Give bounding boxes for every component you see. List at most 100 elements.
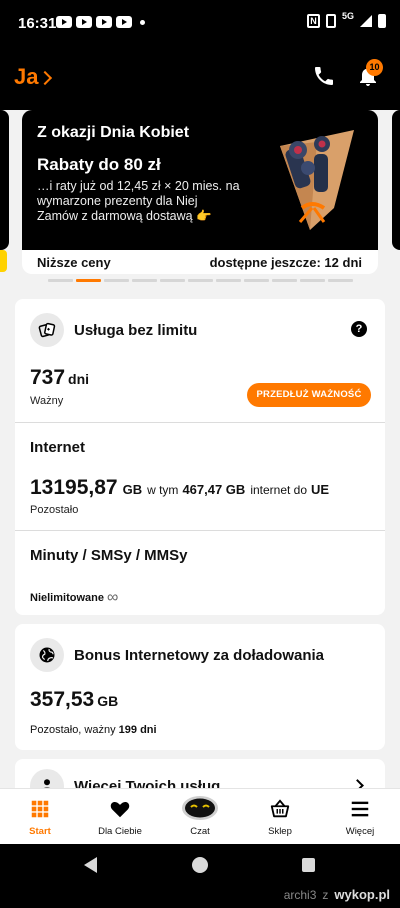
gift-bouquet-image xyxy=(280,130,354,230)
status-bar: 16:31 N 5G xyxy=(0,0,400,44)
nav-czat[interactable]: Czat xyxy=(160,789,240,845)
cards-icon xyxy=(30,313,64,347)
plan-card: Usługa bez limitu ? 737 dni Ważny PRZEDŁU… xyxy=(15,299,385,615)
bonus-remaining-prefix: Pozostało, ważny xyxy=(30,724,116,736)
promo-cta: Zamów z darmową dostawą 👉 xyxy=(37,209,212,223)
vibrate-icon xyxy=(325,14,336,28)
network-type: 5G xyxy=(341,11,354,21)
validity-days: 737 dni xyxy=(30,366,89,390)
signal-icon xyxy=(360,15,372,27)
promo-title: Z okazji Dnia Kobiet xyxy=(37,124,190,141)
internet-balance: 13195,87 GB w tym 467,47 GB internet do … xyxy=(30,476,329,500)
pager-dot[interactable] xyxy=(272,279,297,282)
main-content[interactable]: Z okazji Dnia Kobiet Rabaty do 80 zł …i … xyxy=(0,110,400,788)
nav-sklep[interactable]: Sklep xyxy=(240,789,320,845)
next-banner-peek[interactable] xyxy=(392,110,400,250)
pager-dot[interactable] xyxy=(188,279,213,282)
minutes-title: Minuty / SMSy / MMSy xyxy=(30,547,188,564)
help-icon[interactable]: ? xyxy=(351,321,367,337)
home-icon[interactable] xyxy=(192,857,208,873)
nav-dla-ciebie[interactable]: Dla Ciebie xyxy=(80,789,160,845)
nav-wiecej[interactable]: Więcej xyxy=(320,789,400,845)
youtube-notification-icon xyxy=(56,16,72,28)
youtube-notification-icon xyxy=(76,16,92,28)
notification-badge: 10 xyxy=(366,59,383,76)
watermark-user: archi3 xyxy=(283,887,317,902)
recent-apps-icon[interactable] xyxy=(302,858,315,872)
youtube-notification-icon xyxy=(116,16,132,28)
internet-value: 13195,87 xyxy=(30,476,118,499)
nav-label: Więcej xyxy=(345,826,375,837)
chat-bot-icon xyxy=(182,796,218,820)
validity-days-value: 737 xyxy=(30,366,66,389)
battery-icon xyxy=(378,14,386,28)
carousel-pager xyxy=(48,279,353,282)
internet-eu-label: UE xyxy=(311,482,330,497)
promo-footer-right: dostępne jeszcze: 12 dni xyxy=(209,255,362,270)
bonus-value: 357,53 xyxy=(30,688,95,711)
more-notifications-icon xyxy=(140,20,145,25)
bonus-balance: 357,53 GB xyxy=(30,688,118,712)
bonus-validity: Pozostało, ważny 199 dni xyxy=(30,724,157,736)
pager-dot[interactable] xyxy=(216,279,241,282)
watermark-separator: z xyxy=(322,887,329,902)
pager-dot[interactable] xyxy=(328,279,353,282)
bonus-card[interactable]: Bonus Internetowy za doładowania 357,53 G… xyxy=(15,624,385,750)
nav-start[interactable]: Start xyxy=(0,789,80,845)
promo-banner[interactable]: Z okazji Dnia Kobiet Rabaty do 80 zł …i … xyxy=(22,110,378,274)
pager-dot-active[interactable] xyxy=(76,279,101,282)
basket-icon xyxy=(270,799,290,818)
more-services-card[interactable]: Więcej Twoich usług xyxy=(15,759,385,788)
nav-label: Czat xyxy=(190,826,210,837)
nfc-icon: N xyxy=(306,14,320,28)
internet-eu-text: internet do xyxy=(250,483,308,497)
watermark-site: wykop.pl xyxy=(334,887,390,902)
pager-dot[interactable] xyxy=(300,279,325,282)
internet-remaining-label: Pozostało xyxy=(30,504,79,516)
minutes-unlimited: Nielimitowane ∞ xyxy=(30,589,118,607)
profile-link[interactable]: Ja xyxy=(14,64,53,90)
person-icon xyxy=(30,769,64,788)
grid-icon xyxy=(31,800,49,818)
watermark: archi3 z wykop.pl xyxy=(284,887,390,902)
internet-unit: GB xyxy=(122,482,143,497)
promo-banner-hero: Z okazji Dnia Kobiet Rabaty do 80 zł …i … xyxy=(22,110,378,250)
status-time: 16:31 xyxy=(18,15,57,32)
extend-validity-button[interactable]: PRZEDŁUŻ WAŻNOŚĆ xyxy=(247,383,371,407)
internet-eu-value: 467,47 GB xyxy=(182,482,246,497)
chevron-right-icon xyxy=(38,70,53,86)
back-icon[interactable] xyxy=(84,857,97,873)
pager-dot[interactable] xyxy=(244,279,269,282)
validity-days-unit: dni xyxy=(68,371,90,387)
nav-label: Dla Ciebie xyxy=(98,826,142,837)
heart-icon xyxy=(110,801,130,818)
infinity-icon: ∞ xyxy=(106,589,119,606)
promo-footer: Niższe ceny dostępne jeszcze: 12 dni xyxy=(22,250,378,274)
app-header: Ja xyxy=(0,44,400,110)
bottom-navigation: Start Dla Ciebie Czat Sklep Więcej xyxy=(0,788,400,844)
divider xyxy=(15,530,385,531)
promo-subtitle: Rabaty do 80 zł xyxy=(37,155,161,174)
internet-in-text: w tym xyxy=(147,483,179,497)
pager-dot[interactable] xyxy=(132,279,157,282)
plan-title: Usługa bez limitu xyxy=(74,322,198,339)
minutes-unlimited-label: Nielimitowane xyxy=(30,592,104,604)
promo-description: …i raty już od 12,45 zł × 20 mies. na wy… xyxy=(37,179,240,208)
bonus-remaining-days: 199 dni xyxy=(118,724,157,736)
validity-label: Ważny xyxy=(30,395,64,407)
pager-dot[interactable] xyxy=(48,279,73,282)
pager-dot[interactable] xyxy=(104,279,129,282)
pager-dot[interactable] xyxy=(160,279,185,282)
bonus-title: Bonus Internetowy za doładowania xyxy=(74,647,325,664)
globe-icon xyxy=(30,638,64,672)
youtube-notification-icon xyxy=(96,16,112,28)
nav-label: Sklep xyxy=(268,826,292,837)
menu-icon xyxy=(351,801,369,817)
profile-title: Ja xyxy=(14,64,39,89)
nav-label: Start xyxy=(29,826,51,837)
chevron-right-icon xyxy=(351,779,364,788)
more-services-title: Więcej Twoich usług xyxy=(74,778,221,788)
phone-icon[interactable] xyxy=(312,64,336,88)
bonus-unit: GB xyxy=(97,693,119,709)
prev-banner-peek[interactable] xyxy=(0,110,9,250)
